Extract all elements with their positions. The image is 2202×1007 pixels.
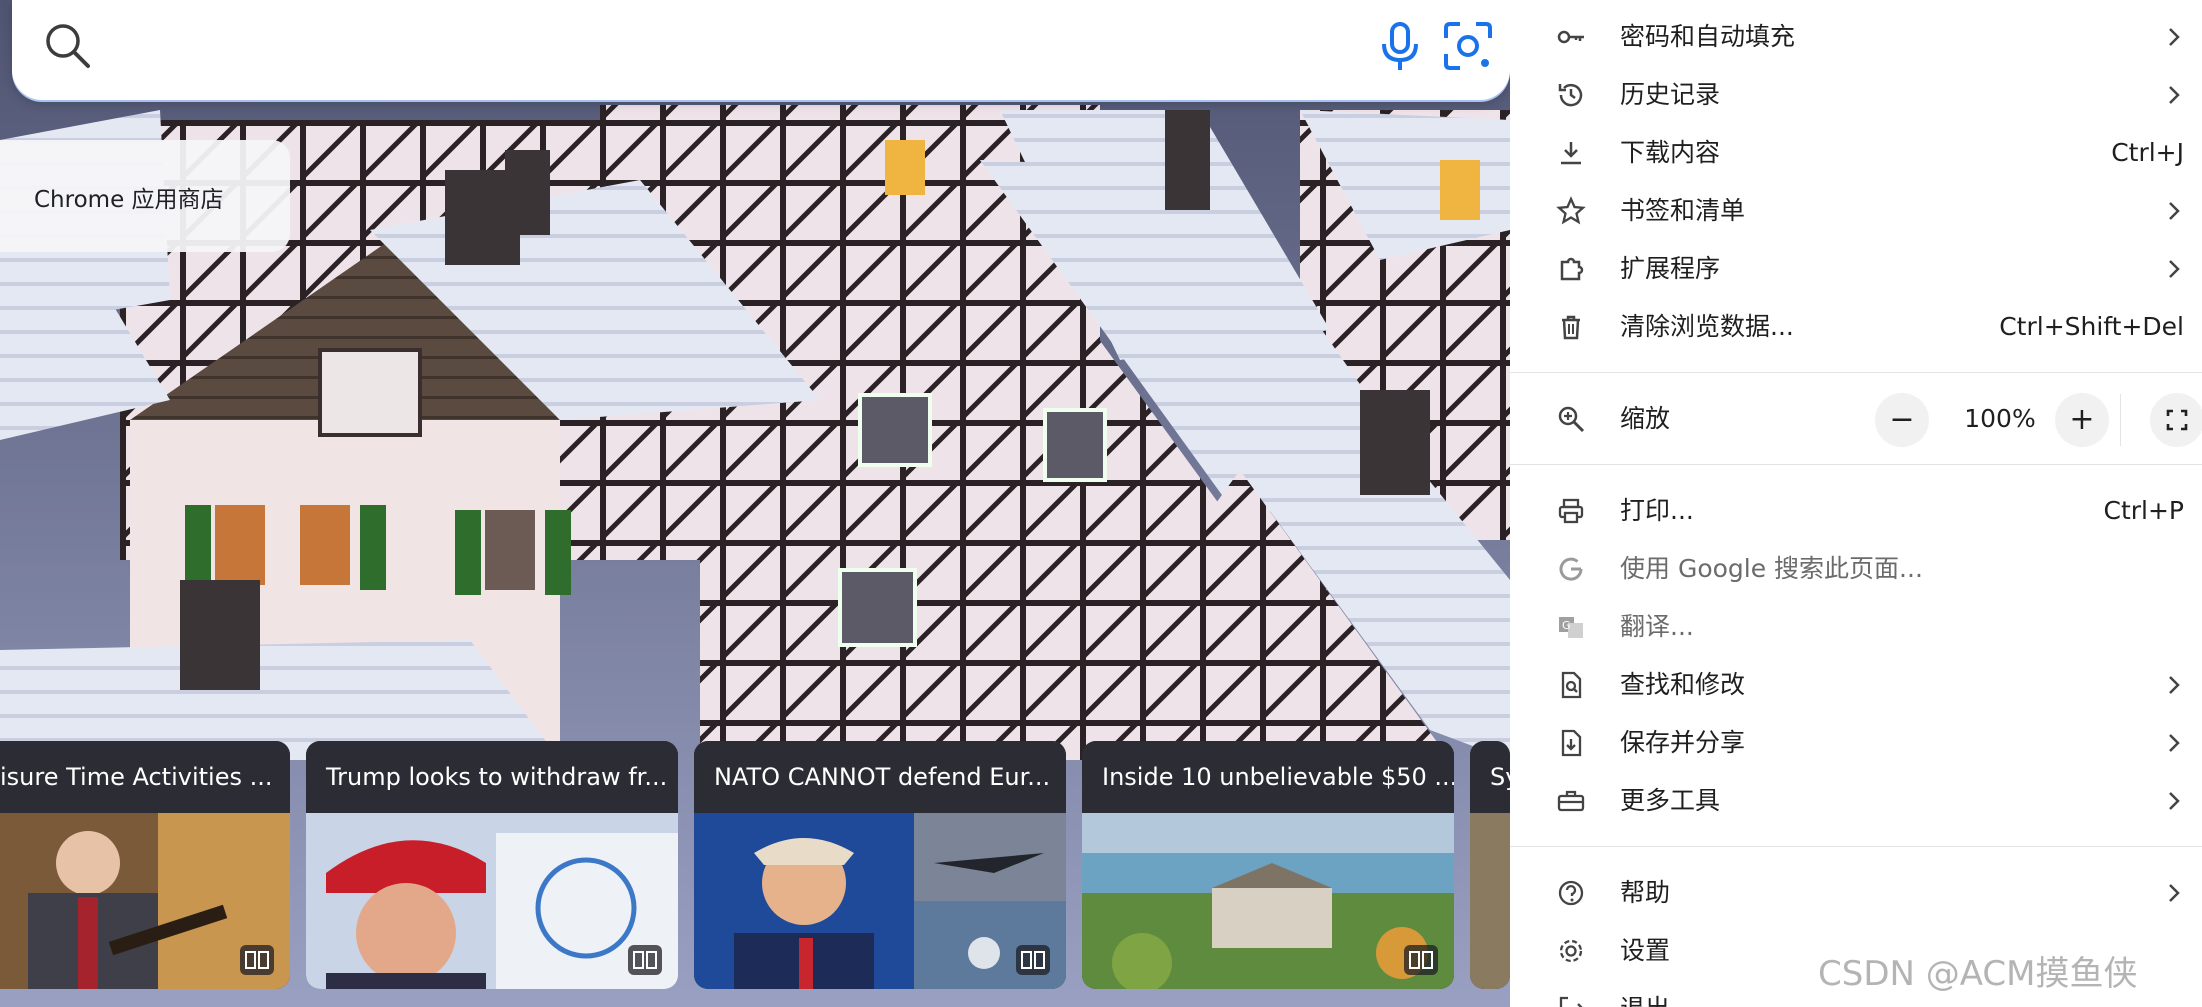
chevron-right-icon: [2164, 198, 2184, 224]
save-share-icon: [1556, 728, 1586, 758]
menu-item-help[interactable]: 帮助: [1510, 864, 2202, 922]
zoom-separator: [2120, 394, 2121, 446]
menu-item-clear-browsing-data[interactable]: 清除浏览数据... Ctrl+Shift+Del: [1510, 298, 2202, 356]
menu-item-label: 帮助: [1620, 878, 1671, 907]
keyboard-shortcut: Ctrl+Shift+Del: [1999, 312, 2184, 341]
history-icon: [1556, 80, 1586, 110]
menu-divider: [1510, 464, 2202, 465]
news-title: isure Time Activities ...: [0, 741, 290, 813]
menu-item-label: 清除浏览数据...: [1620, 312, 1794, 341]
zoom-label: 缩放: [1620, 404, 1671, 433]
shortcut-label: Chrome 应用商店: [34, 187, 224, 213]
keyboard-shortcut: Ctrl+J: [2111, 138, 2184, 167]
book-icon[interactable]: [1404, 945, 1438, 975]
menu-item-label: 保存并分享: [1620, 728, 1746, 757]
news-card[interactable]: isure Time Activities ...: [0, 741, 290, 989]
news-title: Trump looks to withdraw fr...: [306, 741, 678, 813]
news-thumbnail: [1470, 813, 1510, 989]
menu-item-label: 历史记录: [1620, 80, 1721, 109]
menu-item-save-share[interactable]: 保存并分享: [1510, 714, 2202, 772]
watermark-text: CSDN @ACM摸鱼侠: [1818, 954, 2138, 994]
fullscreen-button[interactable]: [2150, 393, 2202, 447]
menu-item-label: 打印...: [1620, 496, 1694, 525]
search-input[interactable]: [122, 22, 1372, 72]
key-icon: [1556, 22, 1586, 52]
menu-zoom-row: 缩放 − 100% +: [1510, 384, 2202, 454]
google-icon: [1556, 554, 1586, 584]
news-title: Sy: [1470, 741, 1510, 813]
chevron-right-icon: [2164, 24, 2184, 50]
google-lens-icon[interactable]: [1440, 18, 1496, 74]
download-icon: [1556, 138, 1586, 168]
menu-item-downloads[interactable]: 下载内容 Ctrl+J: [1510, 124, 2202, 182]
menu-divider: [1510, 372, 2202, 373]
news-card[interactable]: NATO CANNOT defend Eur...: [694, 741, 1066, 989]
search-icon: [40, 18, 96, 74]
news-title: NATO CANNOT defend Eur...: [694, 741, 1066, 813]
menu-item-label: 翻译...: [1620, 612, 1694, 641]
trash-icon: [1556, 312, 1586, 342]
menu-item-label: 查找和修改: [1620, 670, 1746, 699]
menu-item-label: 扩展程序: [1620, 254, 1721, 283]
menu-item-label: 设置: [1620, 936, 1671, 965]
menu-item-label: 书签和清单: [1620, 196, 1746, 225]
news-thumbnail: [694, 813, 1066, 989]
chevron-right-icon: [2164, 672, 2184, 698]
book-icon[interactable]: [240, 945, 274, 975]
search-bar: [12, 0, 1510, 100]
news-thumbnail: [306, 813, 678, 989]
menu-item-label: 退出: [1620, 992, 1670, 1007]
news-thumbnail: [1082, 813, 1454, 989]
news-card[interactable]: Inside 10 unbelievable $50 ...: [1082, 741, 1454, 989]
exit-icon: [1556, 994, 1586, 1007]
toolbox-icon: [1556, 786, 1586, 816]
menu-item-label: 使用 Google 搜索此页面...: [1620, 554, 1923, 583]
menu-item-find-edit[interactable]: 查找和修改: [1510, 656, 2202, 714]
chevron-right-icon: [2164, 730, 2184, 756]
menu-item-print[interactable]: 打印... Ctrl+P: [1510, 482, 2202, 540]
print-icon: [1556, 496, 1586, 526]
zoom-icon: [1556, 404, 1586, 434]
chevron-right-icon: [2164, 788, 2184, 814]
menu-item-search-page-google[interactable]: 使用 Google 搜索此页面...: [1510, 540, 2202, 598]
menu-item-label: 下载内容: [1620, 138, 1721, 167]
menu-item-bookmarks-lists[interactable]: 书签和清单: [1510, 182, 2202, 240]
shortcut-chrome-web-store[interactable]: Chrome 应用商店: [0, 140, 290, 252]
zoom-in-button[interactable]: +: [2055, 393, 2109, 447]
microphone-icon[interactable]: [1372, 18, 1428, 74]
keyboard-shortcut: Ctrl+P: [2103, 496, 2184, 525]
menu-item-label: 密码和自动填充: [1620, 22, 1796, 51]
menu-item-extensions[interactable]: 扩展程序: [1510, 240, 2202, 298]
chevron-right-icon: [2164, 82, 2184, 108]
chevron-right-icon: [2164, 256, 2184, 282]
find-icon: [1556, 670, 1586, 700]
chrome-menu: 密码和自动填充 历史记录 下载内容 Ctrl+J 书签和清单 扩展程序 清除浏览…: [1510, 0, 2202, 1007]
chevron-right-icon: [2164, 880, 2184, 906]
news-card[interactable]: Sy: [1470, 741, 1510, 989]
news-title: Inside 10 unbelievable $50 ...: [1082, 741, 1454, 813]
puzzle-icon: [1556, 254, 1586, 284]
menu-item-passwords-autofill[interactable]: 密码和自动填充: [1510, 8, 2202, 66]
menu-item-label: 更多工具: [1620, 786, 1721, 815]
menu-item-translate[interactable]: G 翻译...: [1510, 598, 2202, 656]
translate-icon: G: [1556, 612, 1586, 642]
help-icon: [1556, 878, 1586, 908]
book-icon[interactable]: [628, 945, 662, 975]
svg-text:G: G: [1562, 619, 1571, 632]
zoom-out-button[interactable]: −: [1875, 393, 1929, 447]
menu-item-more-tools[interactable]: 更多工具: [1510, 772, 2202, 830]
news-card[interactable]: Trump looks to withdraw fr...: [306, 741, 678, 989]
fullscreen-icon: [2166, 409, 2188, 431]
menu-item-history[interactable]: 历史记录: [1510, 66, 2202, 124]
book-icon[interactable]: [1016, 945, 1050, 975]
menu-divider: [1510, 846, 2202, 847]
zoom-level: 100%: [1964, 404, 2036, 433]
gear-icon: [1556, 936, 1586, 966]
star-icon: [1556, 196, 1586, 226]
